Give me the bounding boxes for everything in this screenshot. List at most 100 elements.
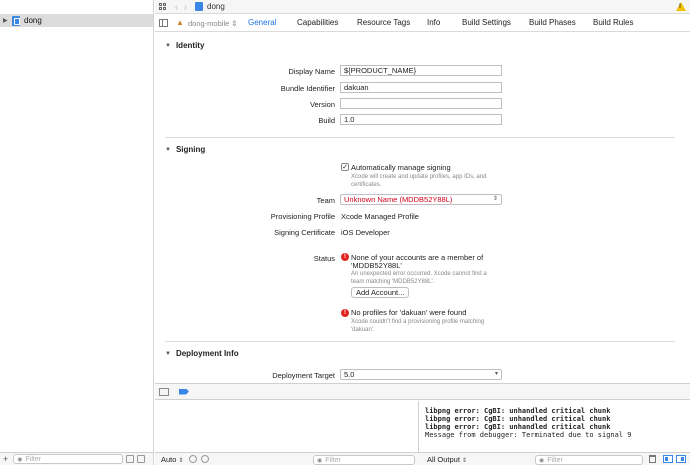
variables-view [155,401,419,452]
build-field[interactable]: 1.0 [340,114,502,125]
status-error-title: 'MDDB52Y88L' [351,261,402,270]
version-label: Version [309,100,335,109]
status-error-title: No profiles for 'dakuan' were found [351,308,467,317]
show-console-icon[interactable] [676,455,686,463]
variables-filter-placeholder: Filter [325,456,341,464]
console-filter-input[interactable]: ◉ Filter [535,455,643,465]
tab-resource-tags[interactable]: Resource Tags [357,18,410,27]
deployment-target-label: Deployment Target [272,371,335,380]
display-name-label: Display Name [288,67,335,76]
hide-debug-area-icon[interactable] [159,387,169,396]
console-line: libpng error: CgBI: unhandled critical c… [425,407,611,415]
navigator-filter-input[interactable]: ◉ Filter [13,454,124,464]
status-error-detail: An unexpected error occurred. Xcode cann… [351,271,487,277]
disclosure-triangle-icon[interactable]: ▶ [3,17,10,24]
add-account-button[interactable]: Add Account... [351,287,410,298]
related-items-icon[interactable] [159,2,167,11]
breakpoints-toggle-icon[interactable] [179,388,189,395]
tab-build-phases[interactable]: Build Phases [529,18,576,27]
status-label: Status [313,254,335,263]
tab-build-settings[interactable]: Build Settings [462,18,511,27]
deployment-section-header[interactable]: ▼ Deployment Info [165,349,239,358]
chevron-updown-icon: ⇕ [461,458,467,464]
console-line: Message from debugger: Terminated due to… [425,431,632,439]
warning-icon[interactable]: ! [676,2,686,11]
tab-capabilities[interactable]: Capabilities [297,18,338,27]
breadcrumb[interactable]: dong [207,2,225,11]
console-output-value: All Output [427,455,460,464]
variables-filter-input[interactable]: ◉ Filter [313,455,415,465]
navigator-project-row[interactable]: ▶ dong [0,14,153,27]
signing-section-header[interactable]: ▼ Signing [165,145,205,154]
identity-section-header[interactable]: ▼ Identity [165,41,204,50]
error-icon: ! [341,309,349,317]
deployment-target-value: 5.0 [344,370,355,379]
identity-title: Identity [175,41,205,50]
tab-info[interactable]: Info [427,18,440,27]
auto-manage-help-text: certificates. [351,182,382,188]
bundle-id-field[interactable]: dakuan [340,82,502,93]
show-variables-icon[interactable] [663,455,673,463]
status-error-detail: team matching 'MDDB52Y88L'. [351,279,435,285]
console-filter-placeholder: Filter [547,456,563,464]
recent-files-icon[interactable] [126,455,135,463]
disclosure-down-icon[interactable]: ▼ [165,147,171,153]
team-value: Unknown Name (MDDB52Y88L) [344,195,453,204]
disclosure-down-icon[interactable]: ▼ [165,351,171,357]
build-label: Build [318,116,335,125]
xcode-window: ▶ dong + ◉ Filter ‹ › dong ! ▲ dong-mobi… [0,0,690,465]
debug-bar [155,383,690,400]
status-error-detail: 'dakuan'. [351,327,375,333]
variables-scope-select[interactable]: Auto ⇕ [161,455,183,464]
navigator-project-name: dong [24,16,42,25]
forward-icon[interactable]: › [184,2,187,12]
general-settings-pane: ▼ Identity Display Name ${PRODUCT_NAME} … [155,33,690,383]
auto-manage-help-text: Xcode will create and update profiles, a… [351,174,487,180]
chevron-updown-icon: ⇕ [231,18,238,28]
trash-icon[interactable] [649,455,656,463]
bundle-id-label: Bundle Identifier [280,84,335,93]
info-icon[interactable] [201,455,210,463]
console-output[interactable]: libpng error: CgBI: unhandled critical c… [420,401,690,452]
tab-general[interactable]: General [248,18,276,27]
chevron-updown-icon: ⇕ [492,196,498,202]
deployment-target-select[interactable]: 5.0 ▾ [340,369,502,380]
chevron-down-icon: ▾ [494,371,498,377]
debug-bottom-bar: Auto ⇕ ◉ Filter All Output ⇕ ◉ Filter [155,452,690,465]
provisioning-profile-label: Provisioning Profile [270,212,335,221]
jump-bar: ‹ › dong ! [155,0,690,14]
navigator-filter-placeholder: Filter [25,455,42,463]
quick-look-icon[interactable] [189,455,198,463]
signing-certificate-value: iOS Developer [341,228,390,237]
auto-manage-signing-checkbox[interactable]: ✓ [341,163,349,171]
filter-icon: ◉ [539,457,545,464]
variables-scope-value: Auto [161,454,177,464]
add-icon[interactable]: + [3,454,8,464]
project-file-icon [12,15,20,26]
team-label: Team [316,196,335,205]
filter-icon: ◉ [317,457,323,464]
navigator-filter-bar: + ◉ Filter [0,452,153,465]
auto-manage-signing-label: Automatically manage signing [351,163,451,172]
console-output-select[interactable]: All Output ⇕ [427,455,467,464]
section-divider [165,341,675,342]
sidebar-toggle-icon[interactable] [159,19,168,27]
project-navigator: ▶ dong + ◉ Filter [0,0,154,465]
target-selector[interactable]: ▲ dong-mobile ⇕ [176,19,238,28]
filter-icon: ◉ [17,456,23,463]
error-icon: ! [341,253,349,261]
version-field[interactable] [340,98,502,109]
signing-certificate-label: Signing Certificate [274,228,335,237]
source-control-filter-icon[interactable] [137,455,146,463]
tab-build-rules[interactable]: Build Rules [593,18,633,27]
team-select[interactable]: Unknown Name (MDDB52Y88L) ⇕ [340,194,502,205]
display-name-field[interactable]: ${PRODUCT_NAME} [340,65,502,76]
console-line: libpng error: CgBI: unhandled critical c… [425,415,611,423]
status-error-detail: Xcode couldn't find a provisioning profi… [351,319,485,325]
console-line: libpng error: CgBI: unhandled critical c… [425,423,611,431]
provisioning-profile-value: Xcode Managed Profile [341,212,419,221]
editor-tab-bar: ▲ dong-mobile ⇕ General Capabilities Res… [155,15,690,32]
signing-title: Signing [175,145,206,154]
back-icon[interactable]: ‹ [175,2,178,12]
disclosure-down-icon[interactable]: ▼ [165,43,171,49]
